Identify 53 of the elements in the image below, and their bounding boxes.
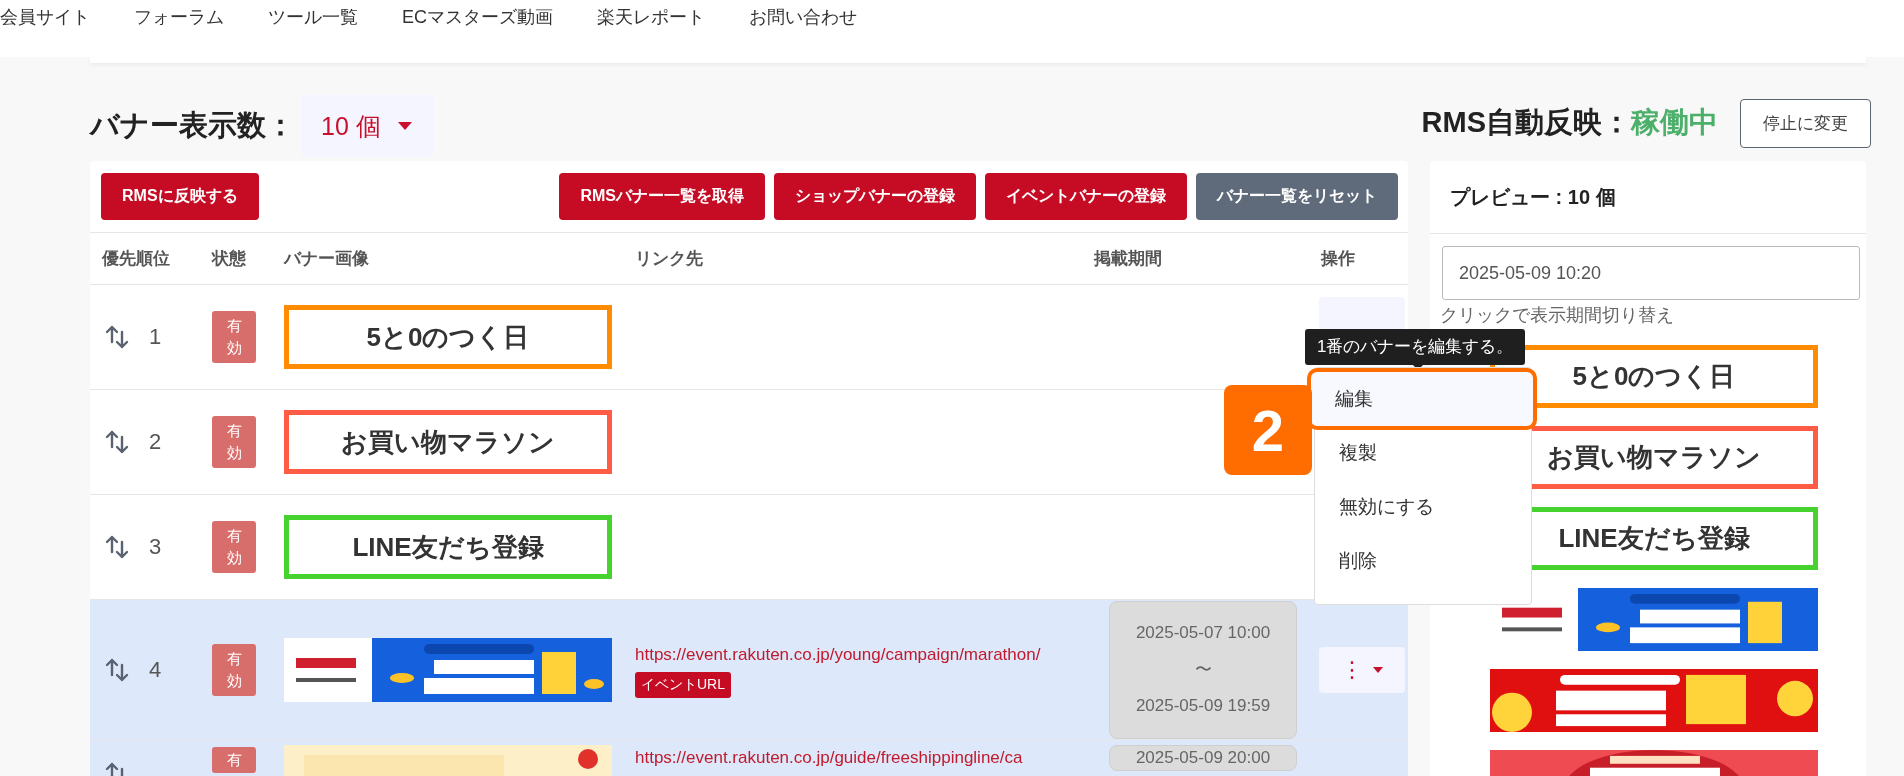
url-type-tag: イベントURL xyxy=(635,671,731,698)
status-badge: 有効 xyxy=(212,643,256,696)
toolbar-button[interactable]: RMSバナー一覧を取得 xyxy=(559,173,765,220)
reorder-icon[interactable] xyxy=(105,534,129,560)
status-badge: 有 xyxy=(212,747,256,773)
datetime-field[interactable]: 2025-05-09 10:20 xyxy=(1442,246,1860,300)
toolbar-button[interactable]: ショップバナーの登録 xyxy=(774,173,976,220)
toggle-hint[interactable]: クリックで表示期間切り替え xyxy=(1440,303,1860,327)
link-url[interactable]: https://event.rakuten.co.jp/guide/freeshippingline/ca xyxy=(635,745,1085,771)
tooltip: 1番のバナーを編集する。 xyxy=(1305,329,1526,365)
column-header: バナー画像 xyxy=(284,248,369,270)
reorder-icon[interactable] xyxy=(105,656,129,683)
priority-number: 4 xyxy=(149,656,162,683)
nav-link[interactable]: ツール一覧 xyxy=(268,5,358,29)
stop-button[interactable]: 停止に変更 xyxy=(1740,98,1871,148)
toolbar-button[interactable]: バナー一覧をリセット xyxy=(1196,173,1398,220)
status-badge: 有効 xyxy=(212,416,256,468)
nav-link[interactable]: 楽天レポート xyxy=(597,5,705,29)
auto-sync-status: 稼働中 xyxy=(1631,105,1718,140)
priority-number: 1 xyxy=(149,324,162,350)
nav-link[interactable]: お問い合わせ xyxy=(749,5,857,29)
step-badge: 2 xyxy=(1224,385,1312,475)
caret-icon xyxy=(396,121,413,131)
toolbar-button[interactable]: イベントバナーの登録 xyxy=(985,173,1187,220)
column-header: リンク先 xyxy=(635,248,703,270)
priority-number: 3 xyxy=(149,534,162,560)
preview-title: プレビュー : 10 個 xyxy=(1430,161,1866,234)
banner-count-dropdown[interactable]: 10 個 xyxy=(301,95,433,157)
status-badge: 有効 xyxy=(212,521,256,573)
column-header: 操作 xyxy=(1321,248,1355,270)
nav-link[interactable]: フォーラム xyxy=(134,5,224,29)
period-text: 2025-05-09 19:59 xyxy=(1135,696,1271,716)
actions-button[interactable]: ⋮ xyxy=(1319,646,1405,693)
banner-image: LINE友だち登録 xyxy=(284,515,612,579)
priority-number: 2 xyxy=(149,429,162,455)
nav-link[interactable]: 会員サイト xyxy=(0,5,90,29)
status-badge: 有効 xyxy=(212,311,256,363)
reorder-icon[interactable] xyxy=(105,429,129,455)
auto-sync-label: RMS自動反映： xyxy=(1421,105,1631,140)
sync-button[interactable]: RMSに反映する xyxy=(101,173,259,220)
banner-image: お買い物マラソン xyxy=(284,410,612,474)
reorder-icon[interactable] xyxy=(105,324,129,350)
column-header: 掲載期間 xyxy=(1094,248,1162,270)
period-text: 2025-05-07 10:00 xyxy=(1135,623,1271,643)
nav-link[interactable]: ECマスターズ動画 xyxy=(402,5,553,29)
banner-count-label: バナー表示数： xyxy=(90,108,295,143)
link-url[interactable]: https://event.rakuten.co.jp/young/campaign/marathon/ xyxy=(635,641,1085,668)
column-header: 優先順位 xyxy=(102,248,170,270)
period-text: 〜 xyxy=(1194,659,1212,681)
caret-icon xyxy=(1373,666,1383,673)
banner-image: 5と0のつく日 xyxy=(284,305,612,369)
period-text: 2025-05-09 20:00 xyxy=(1135,748,1271,768)
column-header: 状態 xyxy=(212,248,246,270)
